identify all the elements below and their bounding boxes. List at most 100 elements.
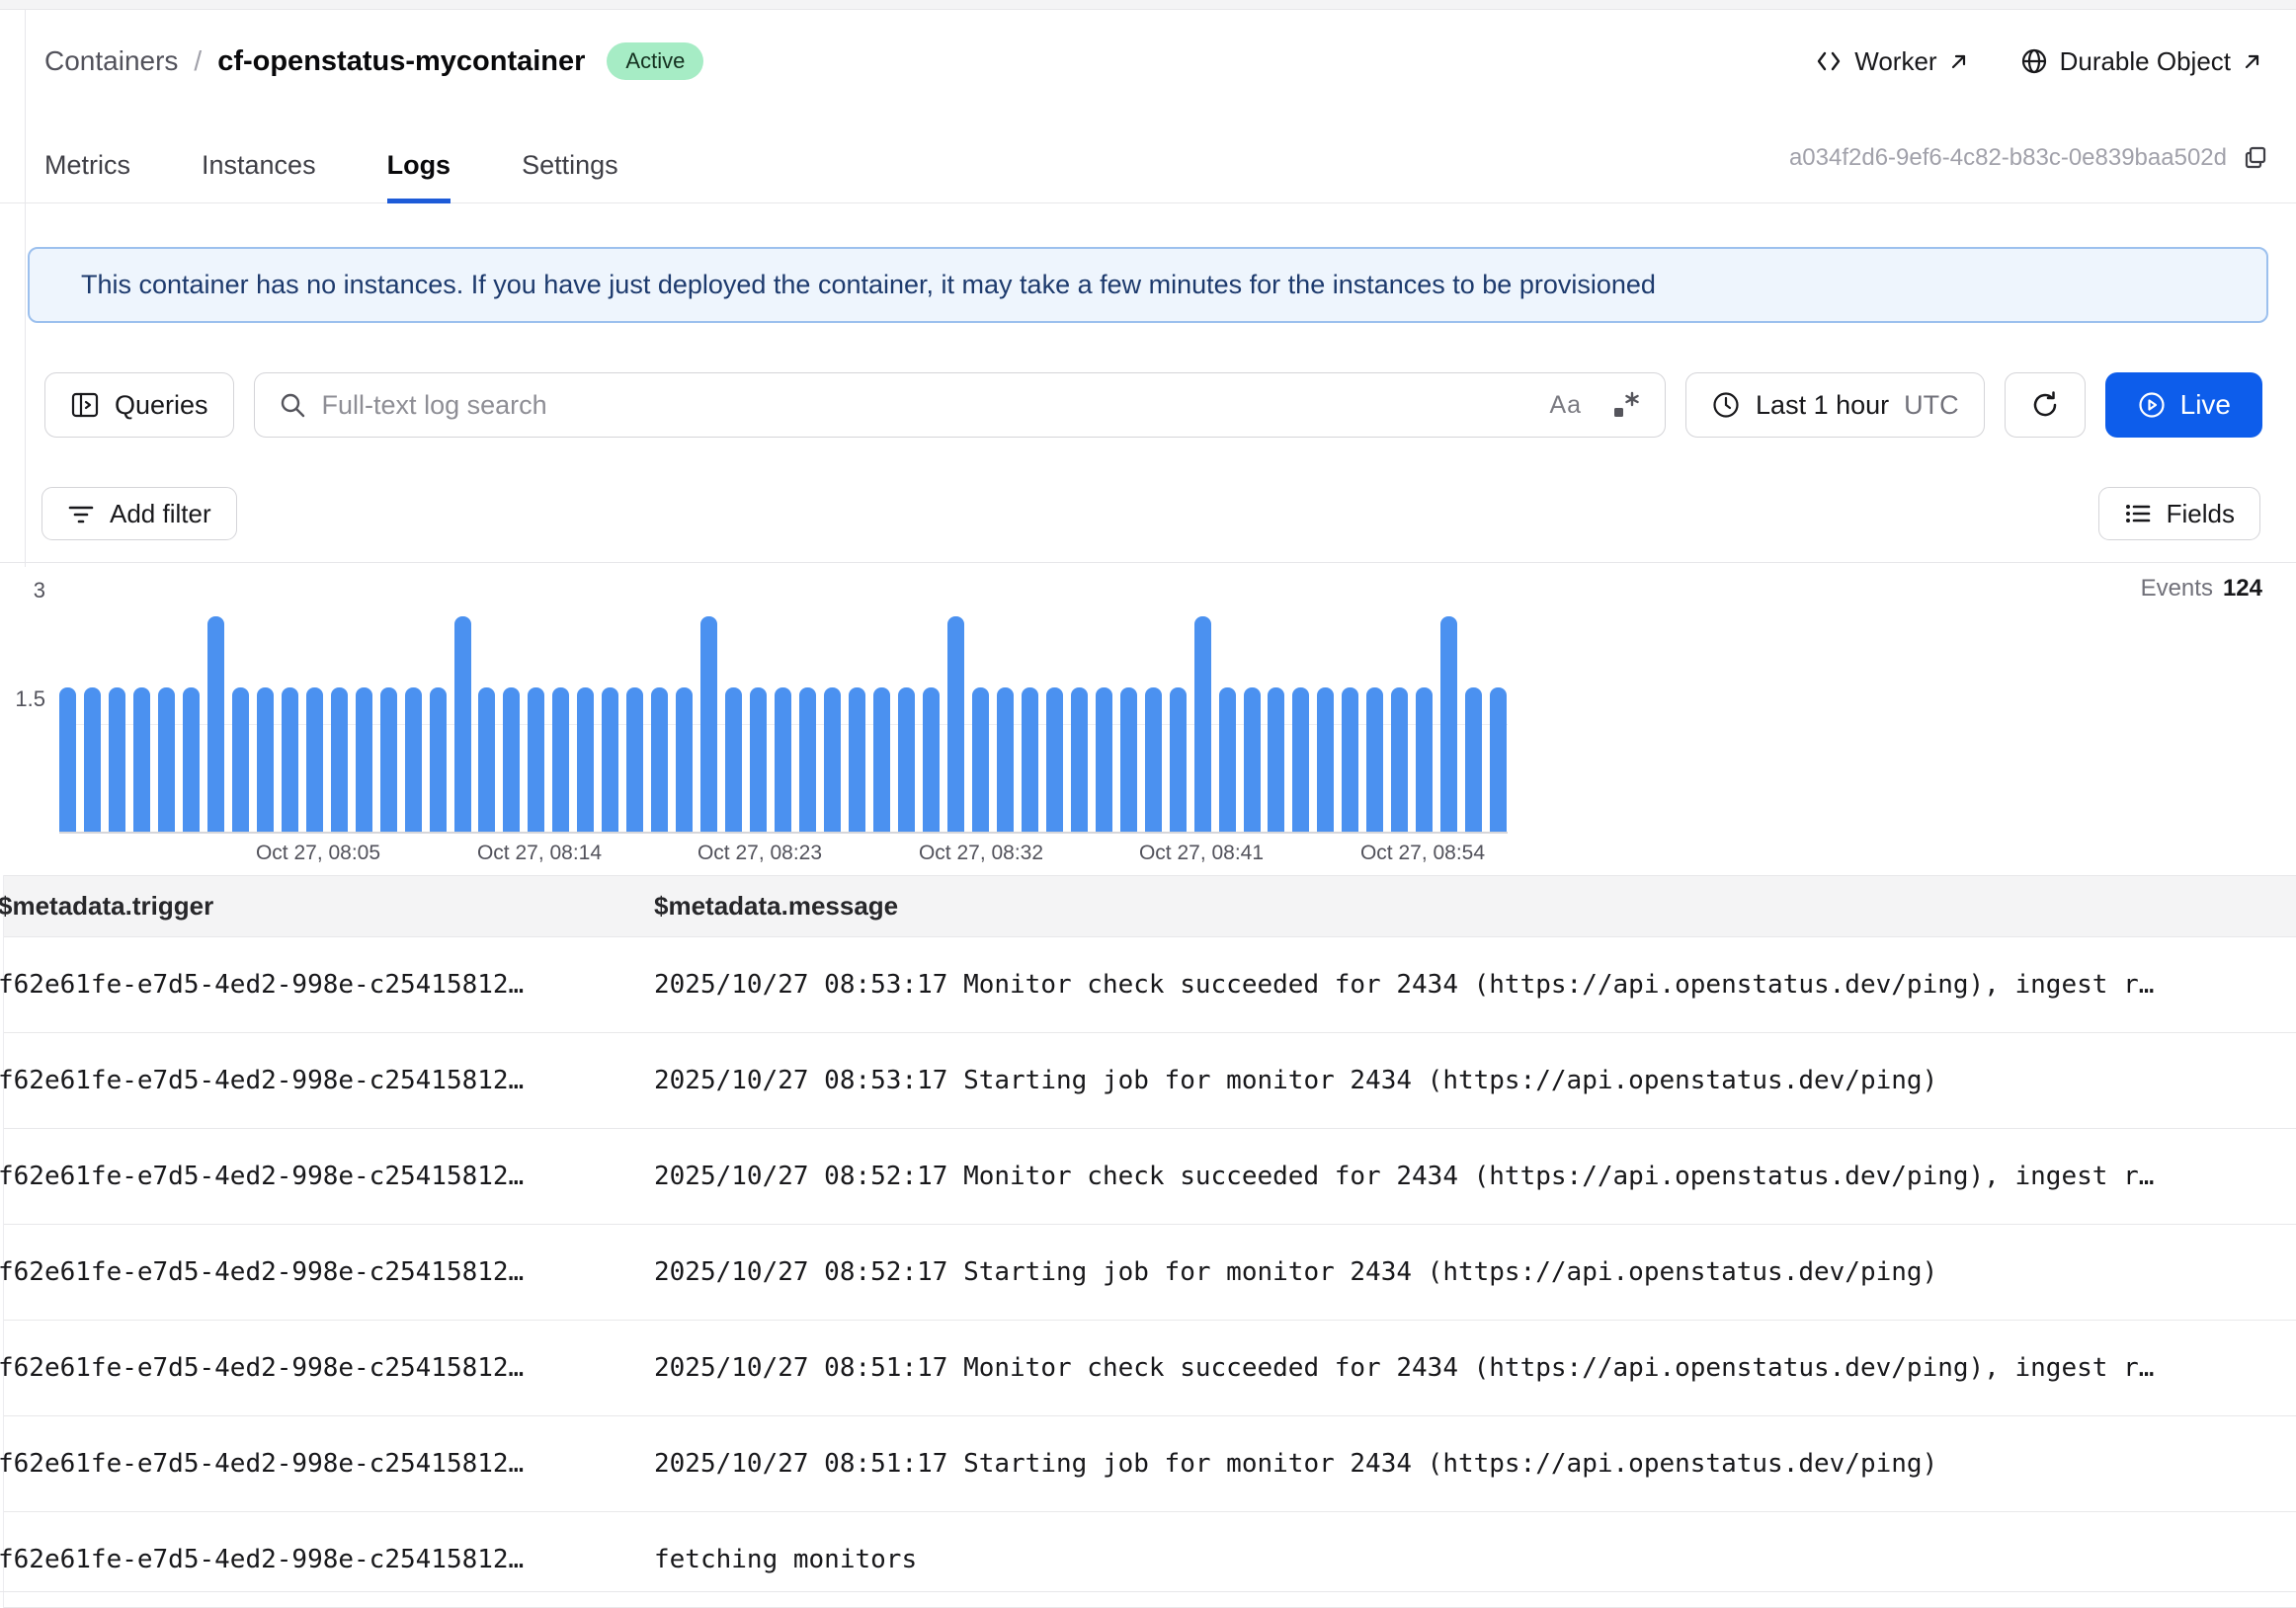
queries-button-label: Queries [115,390,208,421]
chart-bar[interactable] [183,687,200,832]
external-arrow-icon [1949,51,1969,71]
chart-bar[interactable] [873,687,890,832]
y-axis-tick-3: 3 [34,578,45,603]
column-header-trigger[interactable]: $metadata.trigger [0,891,654,922]
table-row[interactable]: f62e61fe-e7d5-4ed2-998e-c25415812… 2025/… [4,1416,2296,1512]
chart-bar[interactable] [109,687,125,832]
tab-metrics[interactable]: Metrics [44,150,130,202]
chart-bar[interactable] [306,687,323,832]
chart-bar[interactable] [824,687,841,832]
chart-bar[interactable] [478,687,495,832]
chart-bar[interactable] [1022,687,1038,832]
chart-bar[interactable] [1317,687,1334,832]
chart-bar[interactable] [282,687,298,832]
chart-bar[interactable] [207,616,224,832]
table-row[interactable]: f62e61fe-e7d5-4ed2-998e-c25415812… 2025/… [4,1321,2296,1416]
chart-bar[interactable] [503,687,520,832]
chart-bar[interactable] [972,687,989,832]
chart-bar[interactable] [59,687,76,832]
breadcrumb-containers-link[interactable]: Containers [44,45,178,77]
tab-instances[interactable]: Instances [202,150,316,202]
chart-bar[interactable] [1465,687,1482,832]
chart-bar[interactable] [1416,687,1433,832]
chart-bar[interactable] [799,687,816,832]
chart-bar[interactable] [1292,687,1309,832]
chart-bar[interactable] [232,687,249,832]
chart-bar[interactable] [405,687,422,832]
chart-bar[interactable] [1145,687,1162,832]
chart-bar[interactable] [676,687,693,832]
queries-button[interactable]: Queries [44,372,234,438]
table-row[interactable]: f62e61fe-e7d5-4ed2-998e-c25415812… 2025/… [4,937,2296,1033]
chart-bar[interactable] [1268,687,1284,832]
chart-bar[interactable] [1071,687,1088,832]
chart-bar[interactable] [700,616,717,832]
bottom-divider [0,1591,2296,1592]
tab-logs[interactable]: Logs [387,150,451,203]
chart-bar[interactable] [1440,616,1457,832]
chart-bar[interactable] [577,687,594,832]
x-axis-tick: Oct 27, 08:54 [1360,842,1485,865]
status-badge: Active [607,42,703,80]
worker-link[interactable]: Worker [1815,46,1968,77]
chart-bar[interactable] [725,687,742,832]
refresh-button[interactable] [2005,372,2086,438]
tab-settings[interactable]: Settings [522,150,618,202]
chart-bar[interactable] [1244,687,1261,832]
chart-bar[interactable] [454,616,471,832]
time-range-button[interactable]: Last 1 hour UTC [1685,372,1985,438]
chart-bar[interactable] [380,687,397,832]
durable-object-link[interactable]: Durable Object [2020,46,2262,77]
table-row[interactable]: f62e61fe-e7d5-4ed2-998e-c25415812… 2025/… [4,1129,2296,1225]
cell-trigger: f62e61fe-e7d5-4ed2-998e-c25415812… [0,1449,654,1479]
chart-bar[interactable] [997,687,1014,832]
chart-bar[interactable] [1366,687,1383,832]
log-search[interactable]: Aa [254,372,1666,438]
chart-bar[interactable] [849,687,865,832]
chart-bar[interactable] [1391,687,1408,832]
chart-bar[interactable] [356,687,372,832]
column-header-message[interactable]: $metadata.message [654,891,2296,922]
table-row[interactable]: f62e61fe-e7d5-4ed2-998e-c25415812… fetch… [4,1512,2296,1608]
chart-bar[interactable] [626,687,643,832]
chart-bar[interactable] [947,616,964,832]
cell-message: 2025/10/27 08:52:17 Starting job for mon… [654,1257,2296,1287]
chart-bar[interactable] [1120,687,1137,832]
chart-bar[interactable] [257,687,274,832]
chart-bar[interactable] [1096,687,1112,832]
table-row[interactable]: f62e61fe-e7d5-4ed2-998e-c25415812… 2025/… [4,1033,2296,1129]
chart-bar[interactable] [1194,616,1211,832]
chart-bar[interactable] [552,687,569,832]
chart-bar[interactable] [898,687,915,832]
chart-bar[interactable] [1490,687,1507,832]
add-filter-label: Add filter [110,499,211,529]
chart-bar[interactable] [331,687,348,832]
chart-bar[interactable] [133,687,150,832]
chart-bar[interactable] [750,687,767,832]
breadcrumb: Containers / cf-openstatus-mycontainer A… [44,38,2262,85]
worker-link-label: Worker [1854,46,1936,77]
chart-bar[interactable] [1219,687,1236,832]
chart-bar[interactable] [158,687,175,832]
table-row[interactable]: f62e61fe-e7d5-4ed2-998e-c25415812… 2025/… [4,1225,2296,1321]
filter-icon [67,500,95,527]
chart-bar[interactable] [1170,687,1187,832]
chart-bar[interactable] [651,687,668,832]
copy-icon[interactable] [2243,145,2268,171]
search-input[interactable] [322,390,1534,421]
chart-bar[interactable] [775,687,791,832]
chart-bar[interactable] [1046,687,1063,832]
chart-bar[interactable] [528,687,544,832]
live-button[interactable]: Live [2105,372,2262,438]
wildcard-toggle-icon[interactable] [1611,390,1641,420]
fields-button[interactable]: Fields [2098,487,2260,540]
chart-bar[interactable] [923,687,940,832]
x-axis-tick: Oct 27, 08:41 [1139,842,1264,865]
chart-bar[interactable] [602,687,618,832]
add-filter-button[interactable]: Add filter [41,487,237,540]
globe-icon [2020,47,2048,75]
chart-bar[interactable] [1342,687,1358,832]
case-sensitive-toggle[interactable]: Aa [1549,391,1582,420]
chart-bar[interactable] [430,687,447,832]
chart-bar[interactable] [84,687,101,832]
